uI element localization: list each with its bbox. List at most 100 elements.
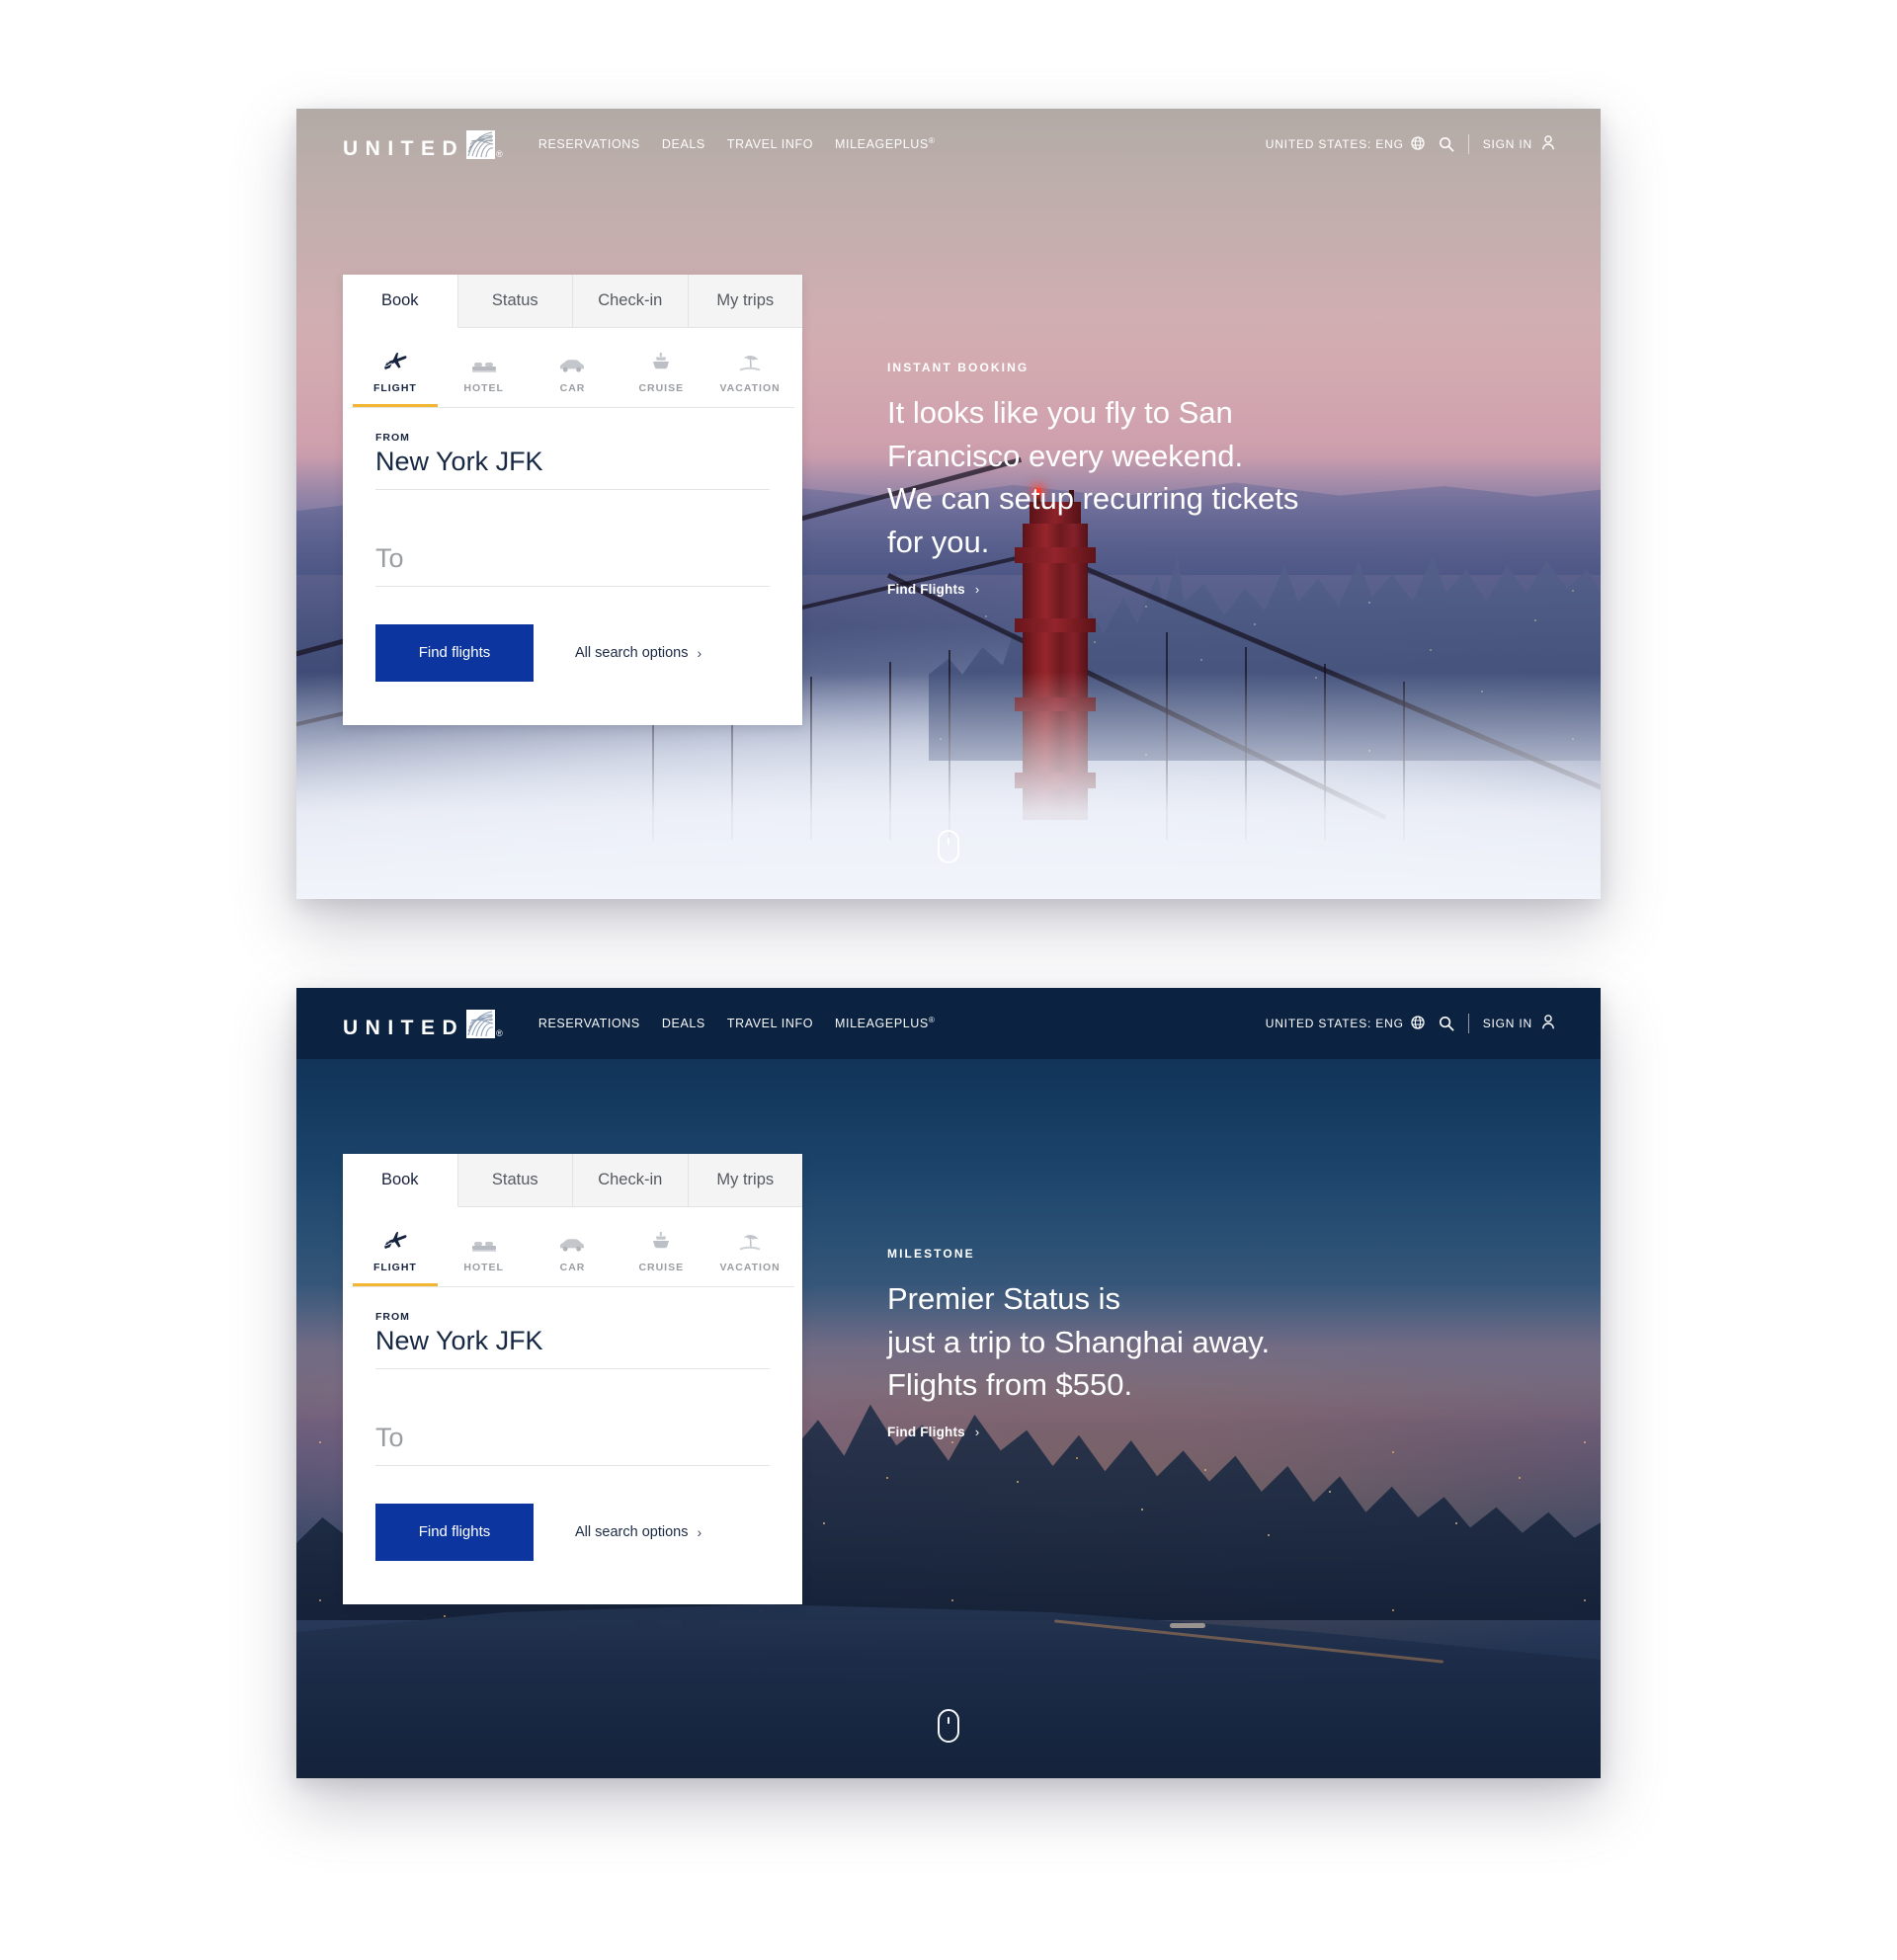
car-icon xyxy=(558,1229,586,1253)
to-field[interactable]: To xyxy=(375,524,770,587)
nav-reservations[interactable]: RESERVATIONS xyxy=(538,1017,640,1030)
nav-travel-info[interactable]: TRAVEL INFO xyxy=(727,137,813,151)
tab-book[interactable]: Book xyxy=(343,1154,458,1207)
mode-cruise-label: CRUISE xyxy=(638,1262,685,1273)
site-header: UNITED ® RESERVATIONS DEALS TRAVEL INFO … xyxy=(296,109,1601,180)
mode-cruise[interactable]: CRUISE xyxy=(617,350,705,402)
site-header: UNITED ® RESERVATIONS DEALS TRAVEL INFO … xyxy=(296,988,1601,1059)
nav-mileageplus[interactable]: MILEAGEPLUS® xyxy=(835,136,935,151)
sign-in-button[interactable]: SIGN IN xyxy=(1483,1015,1555,1032)
main-nav: RESERVATIONS DEALS TRAVEL INFO MILEAGEPL… xyxy=(538,1016,936,1030)
mode-flight-label: FLIGHT xyxy=(372,382,417,394)
nav-deals[interactable]: DEALS xyxy=(662,137,705,151)
screenshot-canvas: UNITED ® RESERVATIONS DEALS TRAVEL INFO … xyxy=(0,0,1897,1960)
mouse-scroll-icon[interactable] xyxy=(938,830,959,863)
mode-active-underline xyxy=(353,404,438,407)
mode-hotel[interactable]: HOTEL xyxy=(440,350,529,402)
ship-icon xyxy=(649,350,673,373)
tab-status[interactable]: Status xyxy=(457,275,573,328)
hero-find-flights-label: Find Flights xyxy=(887,1425,965,1440)
mode-car-label: CAR xyxy=(559,1262,586,1273)
globe-stripes-logo-icon xyxy=(466,129,496,159)
mode-hotel[interactable]: HOTEL xyxy=(440,1229,529,1281)
mouse-scroll-icon[interactable] xyxy=(938,1709,959,1743)
from-input-value[interactable]: New York JFK xyxy=(375,446,770,479)
from-field[interactable]: FROM New York JFK xyxy=(375,1311,770,1369)
find-flights-button[interactable]: Find flights xyxy=(375,1503,534,1561)
locale-label: UNITED STATES: ENG xyxy=(1265,137,1404,151)
tab-my-trips[interactable]: My trips xyxy=(688,1154,802,1207)
globe-stripes-logo-icon xyxy=(466,1009,496,1038)
header-divider xyxy=(1467,134,1469,154)
from-field[interactable]: FROM New York JFK xyxy=(375,432,770,490)
headline-line: for you. xyxy=(887,525,990,560)
find-flights-button[interactable]: Find flights xyxy=(375,623,534,682)
sign-in-label: SIGN IN xyxy=(1482,1017,1532,1030)
mode-cruise-label: CRUISE xyxy=(638,382,685,394)
all-search-options-label: All search options xyxy=(575,644,689,661)
locale-selector[interactable]: UNITED STATES: ENG xyxy=(1265,135,1425,153)
from-input-value[interactable]: New York JFK xyxy=(375,1325,770,1358)
mode-car[interactable]: CAR xyxy=(529,1229,618,1281)
all-search-options-link[interactable]: All search options › xyxy=(575,645,701,661)
travel-mode-selector: FLIGHT HOTEL CAR CRUISE VACATION xyxy=(343,328,802,407)
headline-line: Francisco every weekend. xyxy=(887,438,1244,473)
mode-flight[interactable]: FLIGHT xyxy=(351,350,440,407)
booking-tabs: Book Status Check-in My trips xyxy=(343,1154,802,1207)
sign-in-label: SIGN IN xyxy=(1482,137,1532,151)
logo-wordmark: UNITED xyxy=(343,136,465,160)
mode-vacation[interactable]: VACATION xyxy=(705,1229,794,1281)
booking-actions: Find flights All search options › xyxy=(343,620,802,725)
nav-reservations[interactable]: RESERVATIONS xyxy=(538,137,640,151)
palm-umbrella-icon xyxy=(737,350,763,373)
mode-vacation[interactable]: VACATION xyxy=(705,350,794,402)
to-input-placeholder[interactable]: To xyxy=(375,1422,770,1455)
mode-vacation-label: VACATION xyxy=(719,382,781,394)
bed-icon xyxy=(471,350,497,373)
search-icon[interactable] xyxy=(1439,136,1454,152)
hero-find-flights-link[interactable]: Find Flights › xyxy=(887,582,979,597)
to-input-placeholder[interactable]: To xyxy=(375,542,770,576)
hero-find-flights-label: Find Flights xyxy=(887,581,965,597)
tab-status[interactable]: Status xyxy=(457,1154,573,1207)
united-logo[interactable]: UNITED ® xyxy=(343,129,503,160)
bed-icon xyxy=(471,1229,497,1253)
locale-selector[interactable]: UNITED STATES: ENG xyxy=(1266,1015,1425,1032)
logo-registered-mark: ® xyxy=(496,148,503,159)
nav-mileageplus-sup: ® xyxy=(928,136,936,146)
search-icon[interactable] xyxy=(1439,1016,1454,1031)
nav-mileageplus-label: MILEAGEPLUS xyxy=(835,137,929,152)
hero-find-flights-link[interactable]: Find Flights › xyxy=(887,1425,979,1439)
tab-my-trips[interactable]: My trips xyxy=(688,275,802,328)
tab-check-in[interactable]: Check-in xyxy=(573,275,689,328)
chevron-right-icon: › xyxy=(974,581,980,597)
mode-vacation-label: VACATION xyxy=(719,1262,781,1273)
sign-in-button[interactable]: SIGN IN xyxy=(1483,135,1555,153)
mode-hotel-label: HOTEL xyxy=(463,382,504,394)
all-search-options-link[interactable]: All search options › xyxy=(575,1524,701,1540)
to-field[interactable]: To xyxy=(375,1403,770,1466)
mode-car-label: CAR xyxy=(559,382,586,394)
tab-check-in[interactable]: Check-in xyxy=(573,1154,689,1207)
from-label: FROM xyxy=(375,432,410,444)
nav-mileageplus[interactable]: MILEAGEPLUS® xyxy=(835,1016,935,1030)
tab-book[interactable]: Book xyxy=(343,275,458,328)
nav-travel-info[interactable]: TRAVEL INFO xyxy=(727,1017,813,1030)
mode-hotel-label: HOTEL xyxy=(463,1262,504,1273)
mode-cruise[interactable]: CRUISE xyxy=(617,1229,705,1281)
nav-deals[interactable]: DEALS xyxy=(662,1017,705,1030)
ship-icon xyxy=(649,1229,673,1253)
headline-line: We can setup recurring tickets xyxy=(887,481,1299,517)
hero-copy-milestone: MILESTONE Premier Status is just a trip … xyxy=(887,1247,1579,1441)
header-utility-nav: UNITED STATES: ENG SIGN IN xyxy=(1266,134,1555,154)
mode-flight-label: FLIGHT xyxy=(372,1262,417,1273)
mode-car[interactable]: CAR xyxy=(529,350,618,402)
boat-light xyxy=(1170,1623,1206,1628)
united-logo[interactable]: UNITED ® xyxy=(343,1009,503,1038)
booking-widget: Book Status Check-in My trips FLIGHT HOT… xyxy=(343,275,802,725)
person-icon xyxy=(1541,135,1555,153)
person-icon xyxy=(1541,1015,1555,1032)
globe-icon xyxy=(1411,1015,1425,1032)
headline-line: It looks like you fly to San xyxy=(887,395,1233,430)
mode-flight[interactable]: FLIGHT xyxy=(351,1229,440,1286)
